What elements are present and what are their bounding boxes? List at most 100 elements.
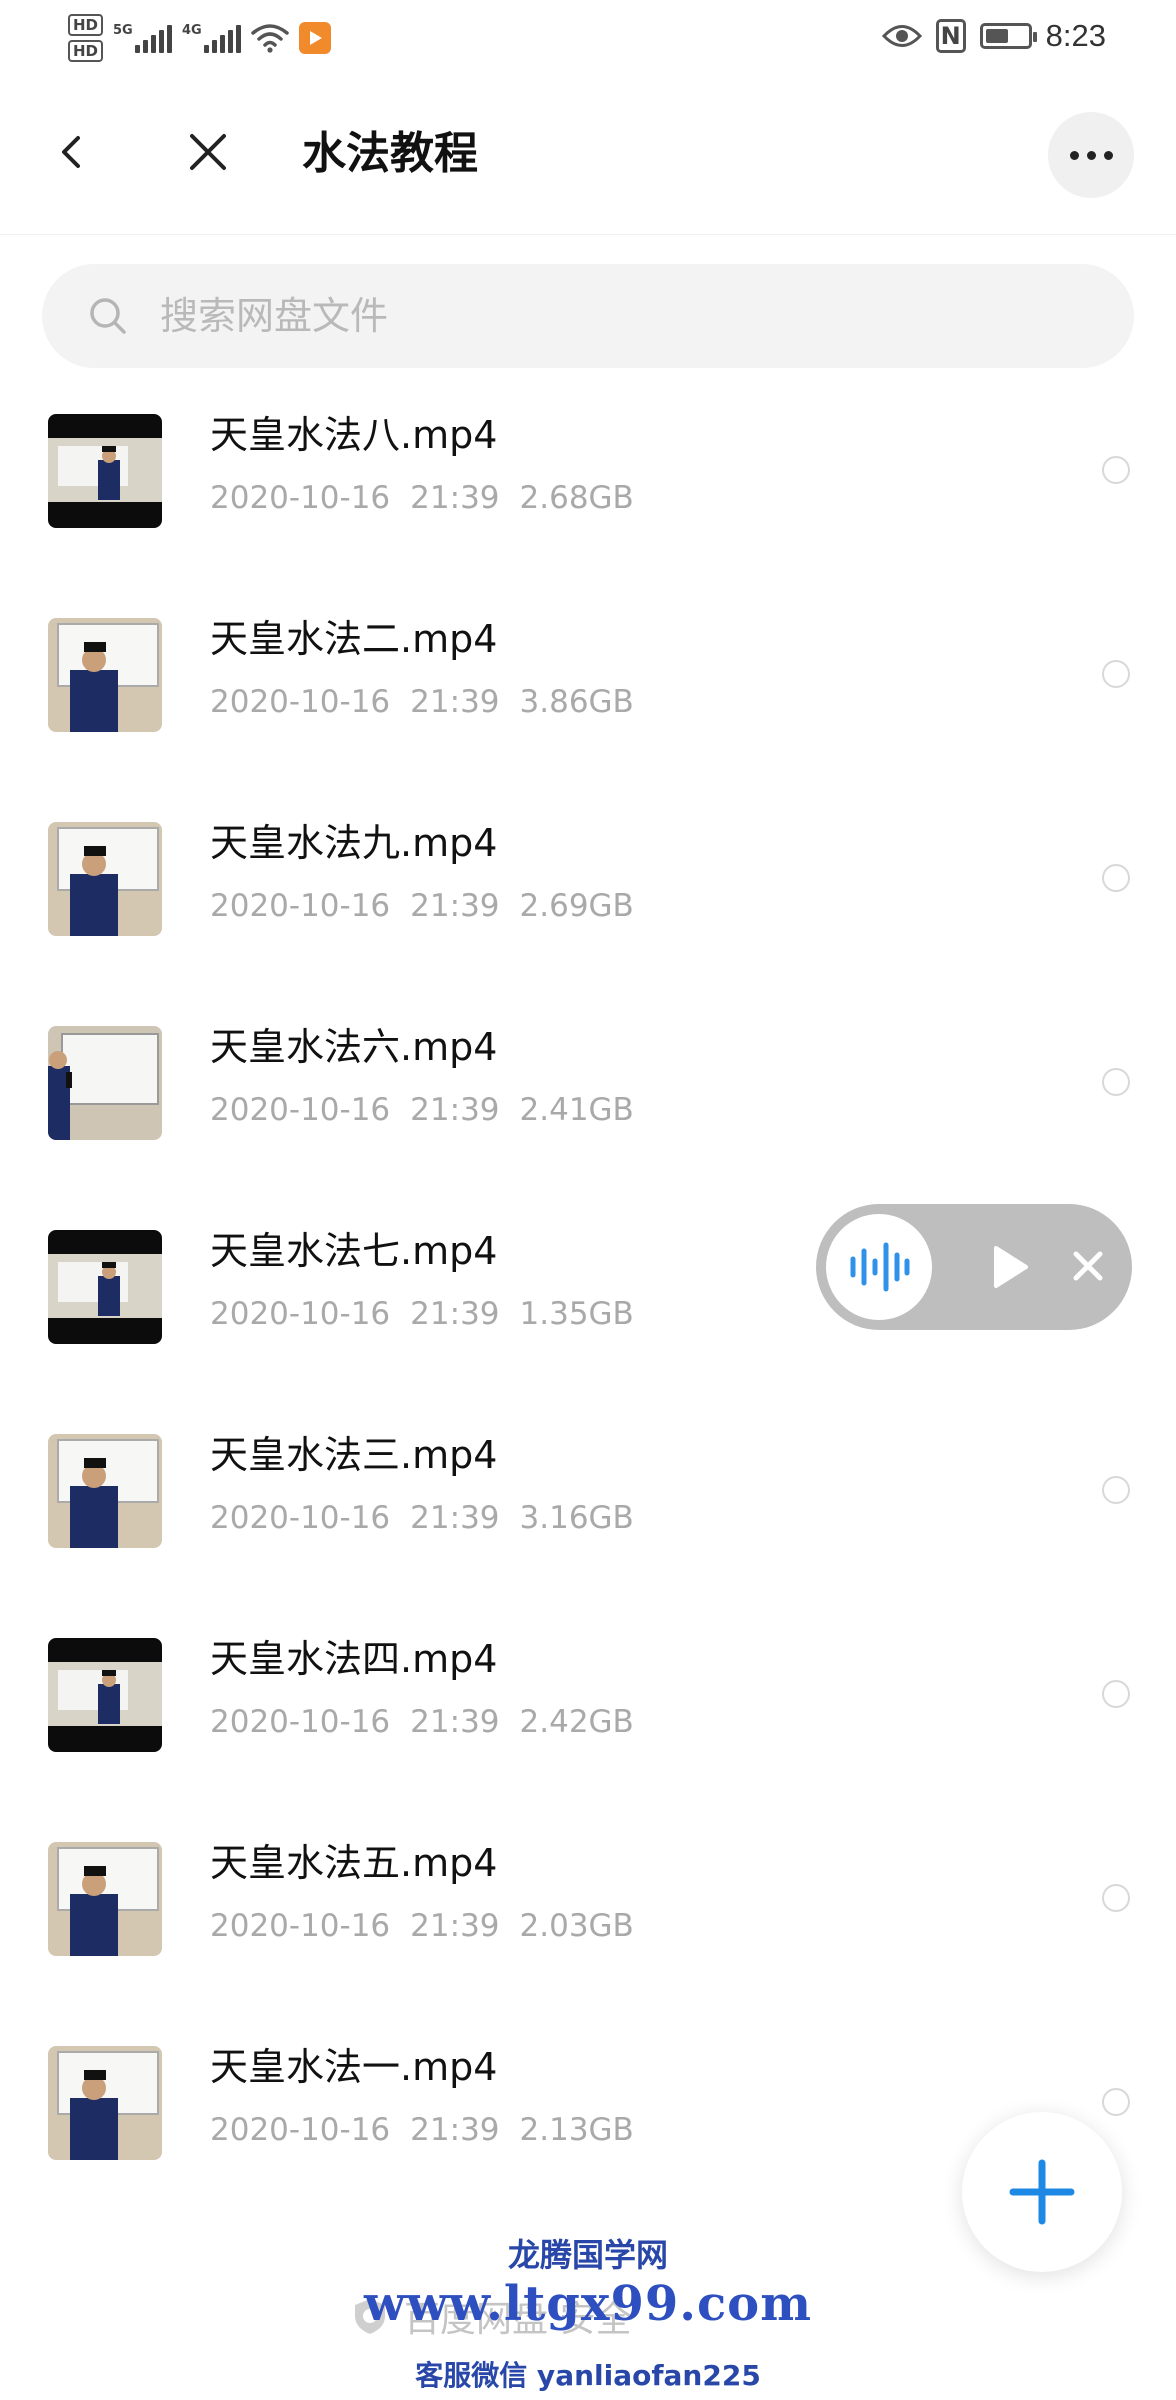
- select-radio[interactable]: [1102, 1068, 1130, 1096]
- file-row[interactable]: 天皇水法二.mp4 2020-10-16 21:39 3.86GB: [0, 604, 1176, 808]
- network-type-5g: 5G: [113, 23, 133, 38]
- plus-icon: [1009, 2159, 1075, 2225]
- file-time: 21:39: [410, 2112, 500, 2148]
- file-date: 2020-10-16: [210, 1500, 391, 1536]
- file-meta: 2020-10-16 21:39 2.41GB: [210, 1090, 654, 1130]
- select-radio[interactable]: [1102, 1476, 1130, 1504]
- wifi-icon: [251, 24, 289, 53]
- search-icon: [90, 298, 126, 334]
- file-meta: 2020-10-16 21:39 3.16GB: [210, 1498, 654, 1538]
- file-size: 3.16GB: [519, 1500, 634, 1536]
- select-radio[interactable]: [1102, 864, 1130, 892]
- video-app-notification-icon: [299, 22, 332, 54]
- file-time: 21:39: [410, 888, 500, 924]
- signal-5g-icon: 5G: [113, 23, 173, 53]
- eye-comfort-icon: [881, 25, 922, 47]
- file-size: 3.86GB: [519, 684, 634, 720]
- file-row[interactable]: 天皇水法四.mp4 2020-10-16 21:39 2.42GB: [0, 1624, 1176, 1828]
- network-type-4g: 4G: [182, 23, 202, 38]
- file-time: 21:39: [410, 1500, 500, 1536]
- file-name: 天皇水法四.mp4: [210, 1637, 498, 1681]
- file-name: 天皇水法五.mp4: [210, 1841, 498, 1885]
- file-meta: 2020-10-16 21:39 2.42GB: [210, 1702, 654, 1742]
- select-radio[interactable]: [1102, 660, 1130, 688]
- file-name: 天皇水法九.mp4: [210, 821, 498, 865]
- file-date: 2020-10-16: [210, 1908, 391, 1944]
- file-size: 2.13GB: [519, 2112, 634, 2148]
- hd-indicators: HD HD: [68, 14, 104, 62]
- video-thumbnail: [48, 414, 162, 528]
- signal-4g-icon: 4G: [182, 23, 242, 53]
- file-time: 21:39: [410, 1704, 500, 1740]
- file-row[interactable]: 天皇水法六.mp4 2020-10-16 21:39 2.41GB: [0, 1012, 1176, 1216]
- file-size: 2.69GB: [519, 888, 634, 924]
- play-icon[interactable]: [982, 1240, 1036, 1294]
- select-radio[interactable]: [1102, 1884, 1130, 1912]
- file-date: 2020-10-16: [210, 1092, 391, 1128]
- video-thumbnail: [48, 822, 162, 936]
- select-radio[interactable]: [1102, 2088, 1130, 2116]
- file-meta: 2020-10-16 21:39 3.86GB: [210, 682, 654, 722]
- video-thumbnail: [48, 1434, 162, 1548]
- file-time: 21:39: [410, 480, 500, 516]
- video-thumbnail: [48, 1026, 162, 1140]
- file-meta: 2020-10-16 21:39 2.13GB: [210, 2110, 654, 2150]
- file-name: 天皇水法三.mp4: [210, 1433, 498, 1477]
- video-thumbnail: [48, 1638, 162, 1752]
- file-name: 天皇水法二.mp4: [210, 617, 498, 661]
- file-row[interactable]: 天皇水法八.mp4 2020-10-16 21:39 2.68GB: [0, 400, 1176, 604]
- close-icon: [190, 134, 226, 170]
- file-time: 21:39: [410, 1092, 500, 1128]
- select-radio[interactable]: [1102, 1680, 1130, 1708]
- file-name: 天皇水法一.mp4: [210, 2045, 498, 2089]
- player-close-icon[interactable]: [1068, 1246, 1108, 1286]
- chevron-left-icon: [62, 136, 80, 168]
- floating-audio-player[interactable]: [816, 1204, 1132, 1330]
- file-size: 2.42GB: [519, 1704, 634, 1740]
- close-button[interactable]: [176, 120, 240, 184]
- file-size: 2.68GB: [519, 480, 634, 516]
- nfc-icon: N: [935, 19, 966, 53]
- file-date: 2020-10-16: [210, 684, 391, 720]
- file-row[interactable]: 天皇水法九.mp4 2020-10-16 21:39 2.69GB: [0, 808, 1176, 1012]
- file-name: 天皇水法八.mp4: [210, 413, 498, 457]
- file-row[interactable]: 天皇水法三.mp4 2020-10-16 21:39 3.16GB: [0, 1420, 1176, 1624]
- video-thumbnail: [48, 1230, 162, 1344]
- file-date: 2020-10-16: [210, 2112, 391, 2148]
- search-bar[interactable]: [42, 264, 1134, 368]
- top-app-bar: 水法教程: [0, 86, 1176, 226]
- audio-wave-icon: [850, 1242, 910, 1292]
- battery-icon: [979, 23, 1037, 49]
- file-date: 2020-10-16: [210, 1704, 391, 1740]
- video-thumbnail: [48, 1842, 162, 1956]
- file-name: 天皇水法六.mp4: [210, 1025, 498, 1069]
- watermark-line-3: 客服微信 yanliaofan225: [415, 2359, 761, 2392]
- video-thumbnail: [48, 2046, 162, 2160]
- file-name: 天皇水法七.mp4: [210, 1229, 498, 1273]
- file-meta: 2020-10-16 21:39 1.35GB: [210, 1294, 654, 1334]
- file-date: 2020-10-16: [210, 888, 391, 924]
- status-time: 8:23: [1045, 18, 1106, 53]
- more-options-button[interactable]: [1048, 112, 1134, 198]
- watermark-line-2: www.ltgx99.com: [364, 2276, 812, 2332]
- file-time: 21:39: [410, 684, 500, 720]
- hd-badge-1: HD: [68, 14, 104, 36]
- add-button[interactable]: [962, 2112, 1122, 2272]
- status-bar-left: HD HD 5G 4G: [68, 10, 332, 66]
- file-size: 2.41GB: [519, 1092, 634, 1128]
- file-size: 2.03GB: [519, 1908, 634, 1944]
- file-date: 2020-10-16: [210, 480, 391, 516]
- file-meta: 2020-10-16 21:39 2.03GB: [210, 1906, 654, 1946]
- header-divider: [0, 234, 1176, 235]
- audio-wave-button[interactable]: [826, 1214, 932, 1320]
- file-row[interactable]: 天皇水法五.mp4 2020-10-16 21:39 2.03GB: [0, 1828, 1176, 2032]
- file-meta: 2020-10-16 21:39 2.68GB: [210, 478, 654, 518]
- select-radio[interactable]: [1102, 456, 1130, 484]
- status-bar-right: N 8:23: [881, 14, 1106, 58]
- search-input[interactable]: [160, 294, 1060, 338]
- back-button[interactable]: [40, 120, 104, 184]
- status-bar: HD HD 5G 4G N 8:23: [0, 0, 1176, 70]
- video-thumbnail: [48, 618, 162, 732]
- file-size: 1.35GB: [519, 1296, 634, 1332]
- hd-badge-2: HD: [68, 40, 104, 62]
